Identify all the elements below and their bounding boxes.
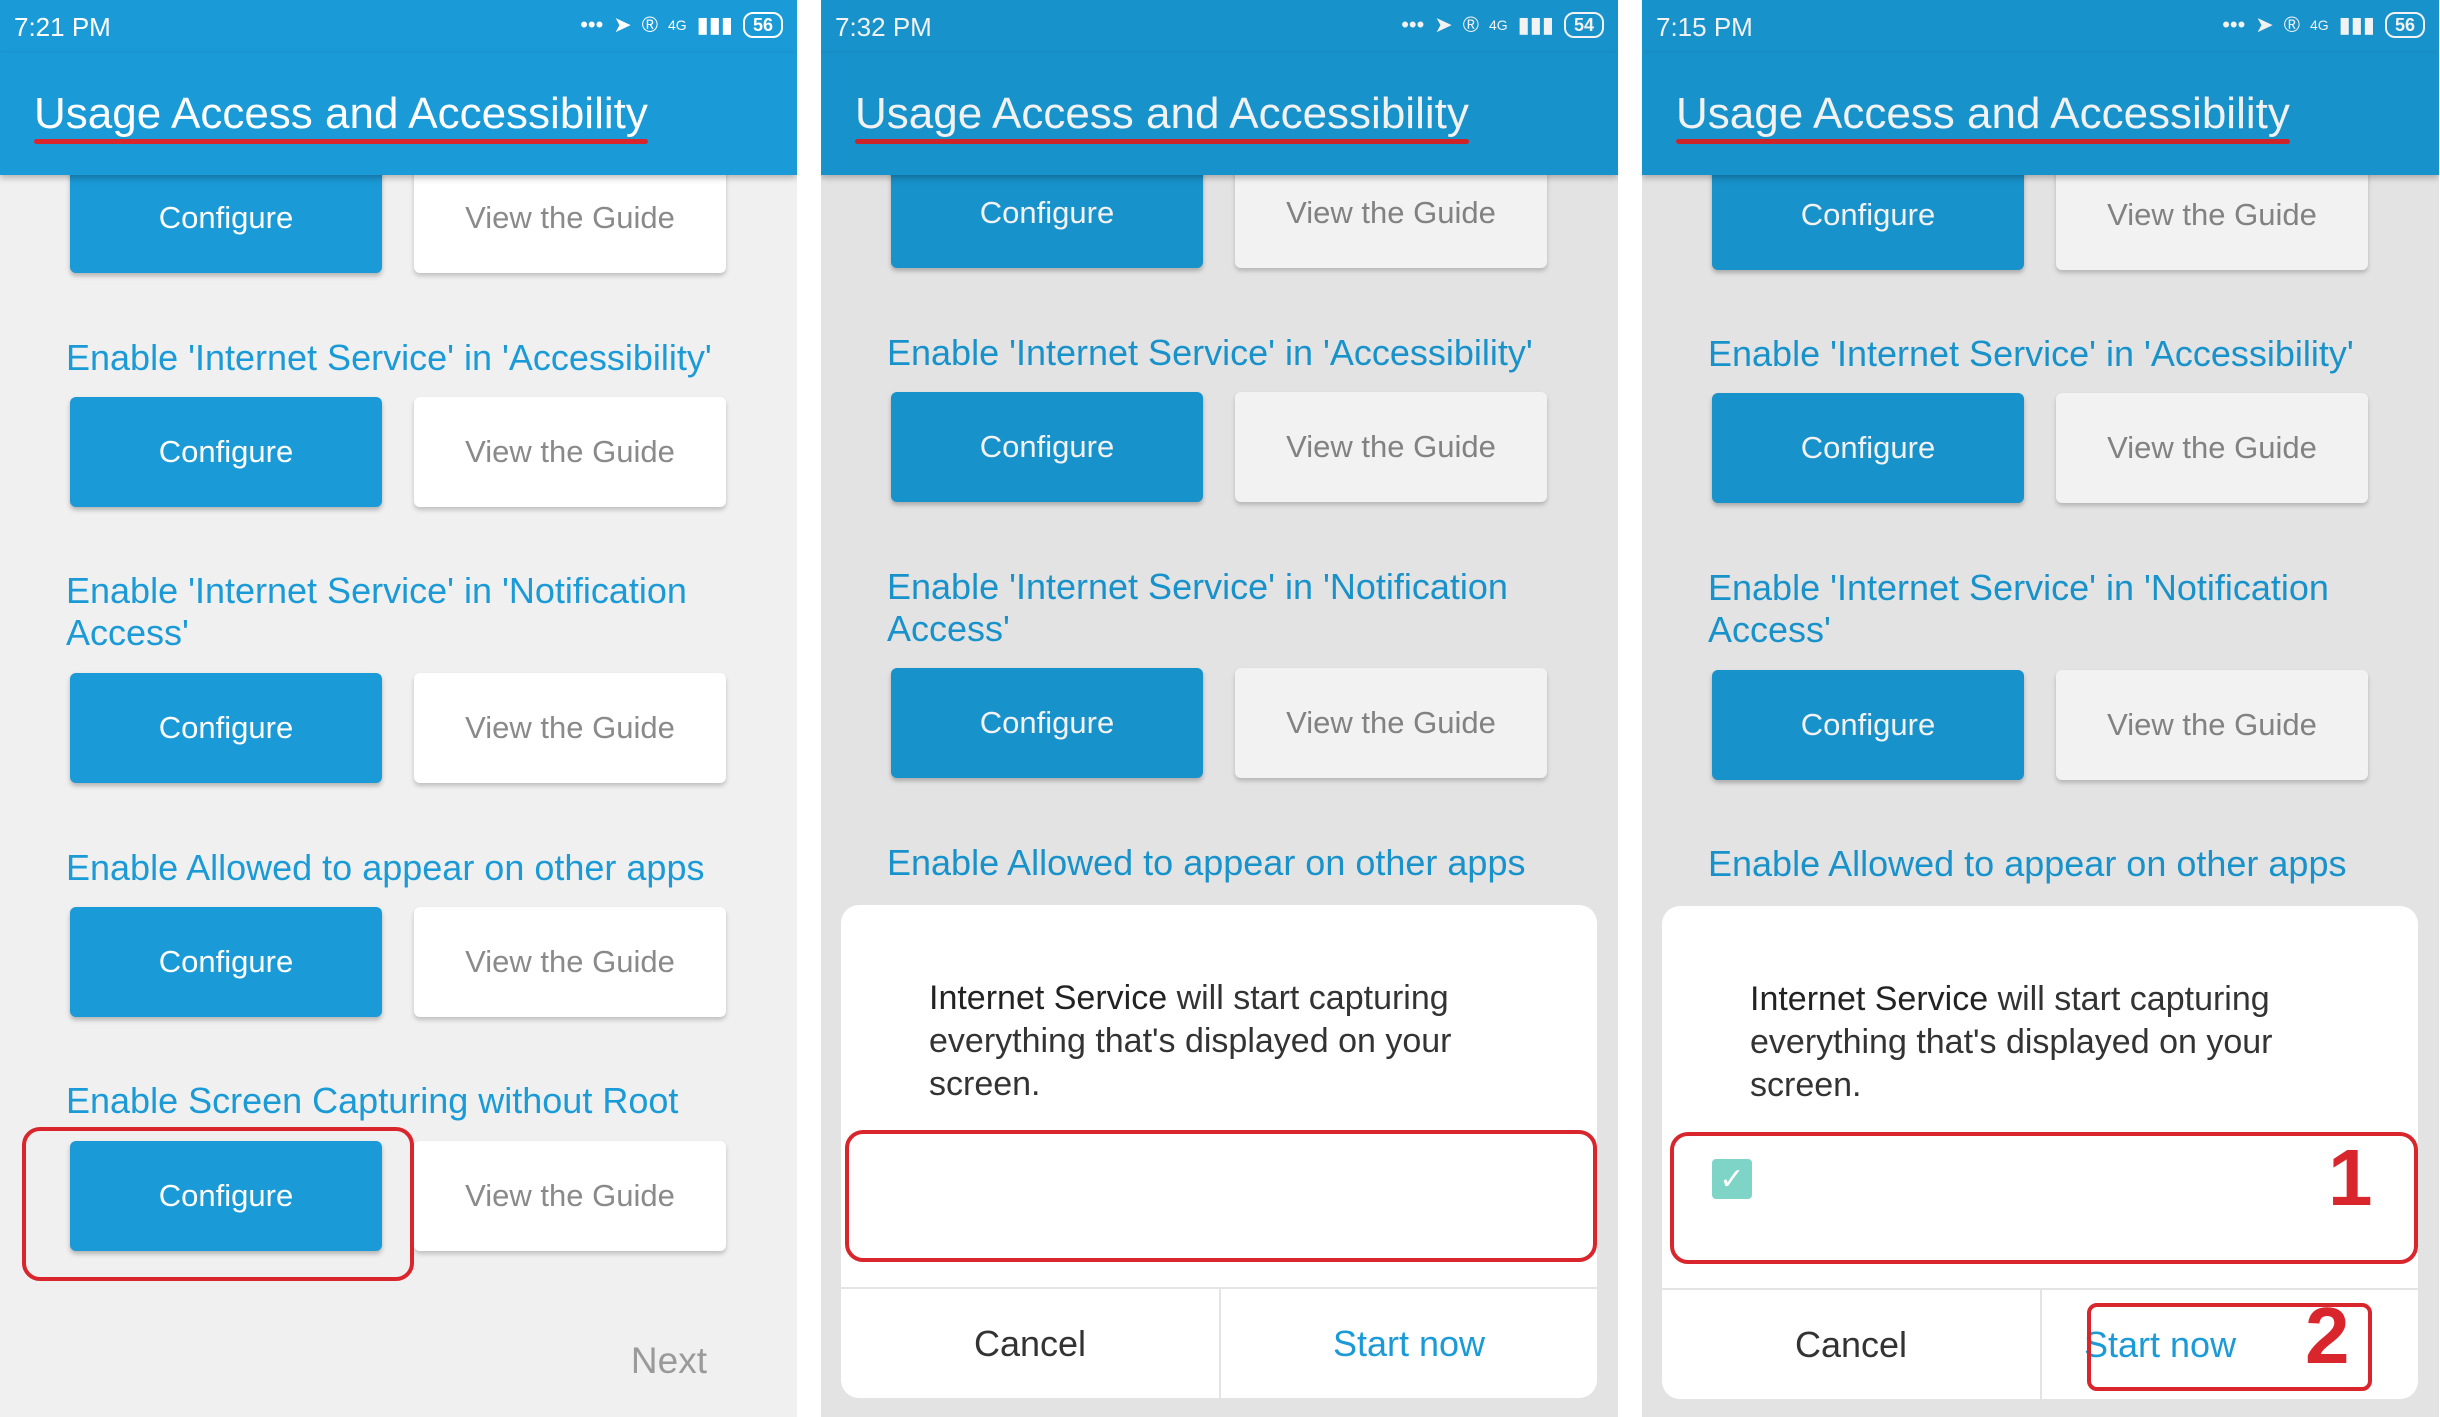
dialog-app-name: Internet Service — [929, 979, 1168, 1017]
dialog-app-name: Internet Service — [1750, 980, 1989, 1018]
app-bar: Usage Access and Accessibility — [0, 53, 797, 175]
panel-gap — [1618, 0, 1642, 1417]
section-title-screen-capture: Enable Screen Capturing without Root — [66, 1080, 679, 1121]
screen-1: 7:21 PM ••• ➤ ® 4G ▮▮▮ 56 Usage Access a… — [0, 0, 797, 1417]
configure-notification-button[interactable]: Configure — [70, 673, 382, 783]
section-title-notification: Enable 'Internet Service' in 'Notificati… — [66, 570, 687, 653]
step-number-2: 2 — [2305, 1291, 2350, 1380]
view-guide-accessibility-button[interactable]: View the Guide — [414, 397, 726, 507]
configure-overlay-button[interactable]: Configure — [70, 907, 382, 1017]
section-title-accessibility: Enable 'Internet Service' in 'Accessibil… — [66, 337, 712, 378]
cancel-button[interactable]: Cancel — [1662, 1290, 2040, 1399]
start-now-button[interactable]: Start now — [1221, 1289, 1597, 1398]
panel-gap — [797, 0, 821, 1417]
view-guide-button[interactable]: View the Guide — [414, 163, 726, 273]
highlight-configure-annotation — [22, 1127, 414, 1281]
configure-button[interactable]: Configure — [70, 163, 382, 273]
highlight-checkbox-area-annotation — [845, 1130, 1597, 1262]
screen-3: 7:15 PM ••• ➤ ® 4G ▮▮▮ 56 Usage Access a… — [1642, 0, 2439, 1417]
content: Configure View the Guide Enable 'Interne… — [0, 0, 797, 1417]
highlight-checkbox-area-annotation — [1670, 1132, 2418, 1264]
section-title-overlay: Enable Allowed to appear on other apps — [66, 847, 705, 888]
dialog-message: Internet Service will start capturing ev… — [1750, 978, 2360, 1107]
view-guide-overlay-button[interactable]: View the Guide — [414, 907, 726, 1017]
screen-capture-dialog: Internet Service will start capturing ev… — [1662, 906, 2418, 1399]
next-button[interactable]: Next — [631, 1340, 707, 1382]
step-number-1: 1 — [2328, 1133, 2373, 1222]
cancel-button[interactable]: Cancel — [841, 1289, 1219, 1398]
screen-2: 7:32 PM ••• ➤ ® 4G ▮▮▮ 54 Usage Access a… — [821, 0, 1618, 1417]
page-title: Usage Access and Accessibility — [34, 89, 648, 138]
view-guide-notification-button[interactable]: View the Guide — [414, 673, 726, 783]
configure-accessibility-button[interactable]: Configure — [70, 397, 382, 507]
title-underline-annotation — [34, 139, 648, 144]
view-guide-screen-capture-button[interactable]: View the Guide — [414, 1141, 726, 1251]
screen-capture-dialog: Internet Service will start capturing ev… — [841, 905, 1597, 1398]
dialog-message: Internet Service will start capturing ev… — [929, 977, 1539, 1106]
